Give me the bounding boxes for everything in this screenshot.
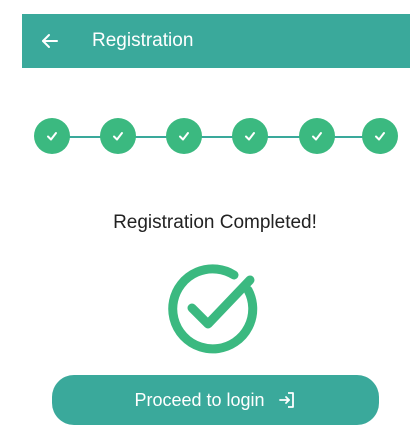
arrow-left-icon [36,27,64,55]
check-icon [179,132,189,141]
progress-stepper [34,116,402,156]
page-title: Registration [92,30,194,51]
back-button[interactable] [36,27,64,55]
app-bar: Registration [22,14,410,68]
check-icon [245,132,255,141]
step-2-completed [100,118,136,154]
success-check-icon [160,256,266,362]
check-icon [113,132,123,141]
check-icon [47,132,57,141]
step-3-completed [166,118,202,154]
completion-message: Registration Completed! [113,212,317,233]
step-4-completed [232,118,268,154]
proceed-to-login-label: Proceed to login [134,390,265,410]
proceed-to-login-button[interactable]: Proceed to login [52,375,379,425]
step-5-completed [299,118,335,154]
step-6-completed [362,118,398,154]
check-icon [375,132,385,141]
step-1-completed [34,118,70,154]
check-icon [312,132,322,141]
login-icon [277,390,297,410]
